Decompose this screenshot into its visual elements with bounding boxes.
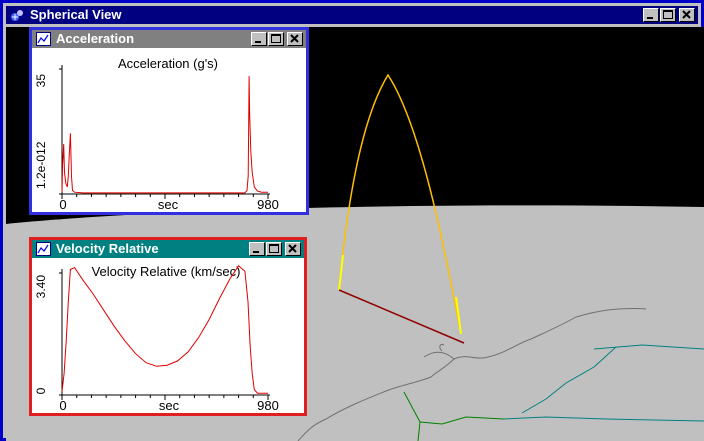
chart-icon[interactable]: [36, 242, 51, 256]
x-tick-label-min: 0: [59, 398, 66, 413]
globe-app-icon[interactable]: [10, 8, 25, 22]
velocity-relative-window: Velocity Relative Velocity Relative (km/…: [29, 237, 307, 416]
minimize-button[interactable]: [251, 32, 267, 46]
velocity-window-title: Velocity Relative: [56, 241, 159, 256]
x-tick-label-max: 980: [257, 197, 279, 212]
main-titlebar[interactable]: Spherical View: [6, 6, 698, 24]
velocity-window-controls: [249, 242, 301, 256]
y-tick-label-max: 35: [34, 74, 48, 88]
chart-axes: [59, 65, 270, 199]
acceleration-window-title: Acceleration: [56, 31, 135, 46]
minimize-icon: [255, 41, 261, 43]
maximize-button[interactable]: [266, 242, 282, 256]
chart-axes: [59, 269, 270, 400]
minimize-icon: [253, 251, 259, 253]
chart-icon[interactable]: [36, 32, 51, 46]
chart-title: Acceleration (g's): [118, 56, 218, 71]
series-line: [61, 265, 268, 394]
y-tick-label-min: 0: [34, 387, 48, 394]
main-window-title: Spherical View: [30, 7, 122, 22]
close-button[interactable]: [679, 8, 695, 22]
chart-title: Velocity Relative (km/sec): [92, 264, 241, 279]
maximize-button[interactable]: [268, 32, 284, 46]
chart-series: [61, 265, 268, 394]
acceleration-window: Acceleration Acceleration (g's) 35 1.2e-…: [29, 27, 309, 215]
maximize-button[interactable]: [660, 8, 676, 22]
x-axis-label: sec: [158, 197, 179, 212]
velocity-titlebar[interactable]: Velocity Relative: [32, 240, 304, 258]
close-button[interactable]: [285, 242, 301, 256]
close-icon: [290, 34, 299, 43]
acceleration-chart[interactable]: Acceleration (g's) 35 1.2e-012 0 sec 980: [32, 49, 306, 212]
close-icon: [682, 10, 691, 19]
close-button[interactable]: [287, 32, 303, 46]
x-tick-label-min: 0: [59, 197, 66, 212]
maximize-icon: [269, 244, 279, 253]
y-tick-label-max: 3.40: [34, 275, 48, 299]
minimize-button[interactable]: [643, 8, 659, 22]
minimize-icon: [647, 17, 653, 19]
y-tick-label-min: 1.2e-012: [34, 141, 48, 189]
close-icon: [288, 244, 297, 253]
x-axis-label: sec: [159, 398, 180, 413]
chart-series: [61, 76, 268, 194]
minimize-button[interactable]: [249, 242, 265, 256]
acceleration-window-controls: [251, 32, 303, 46]
maximize-icon: [663, 10, 673, 19]
maximize-icon: [271, 34, 281, 43]
acceleration-titlebar[interactable]: Acceleration: [32, 30, 306, 48]
series-line: [61, 76, 268, 194]
x-tick-label-max: 980: [257, 398, 279, 413]
velocity-relative-chart[interactable]: Velocity Relative (km/sec) 3.40 0 0 sec …: [32, 259, 304, 413]
main-window-controls: [643, 8, 695, 22]
